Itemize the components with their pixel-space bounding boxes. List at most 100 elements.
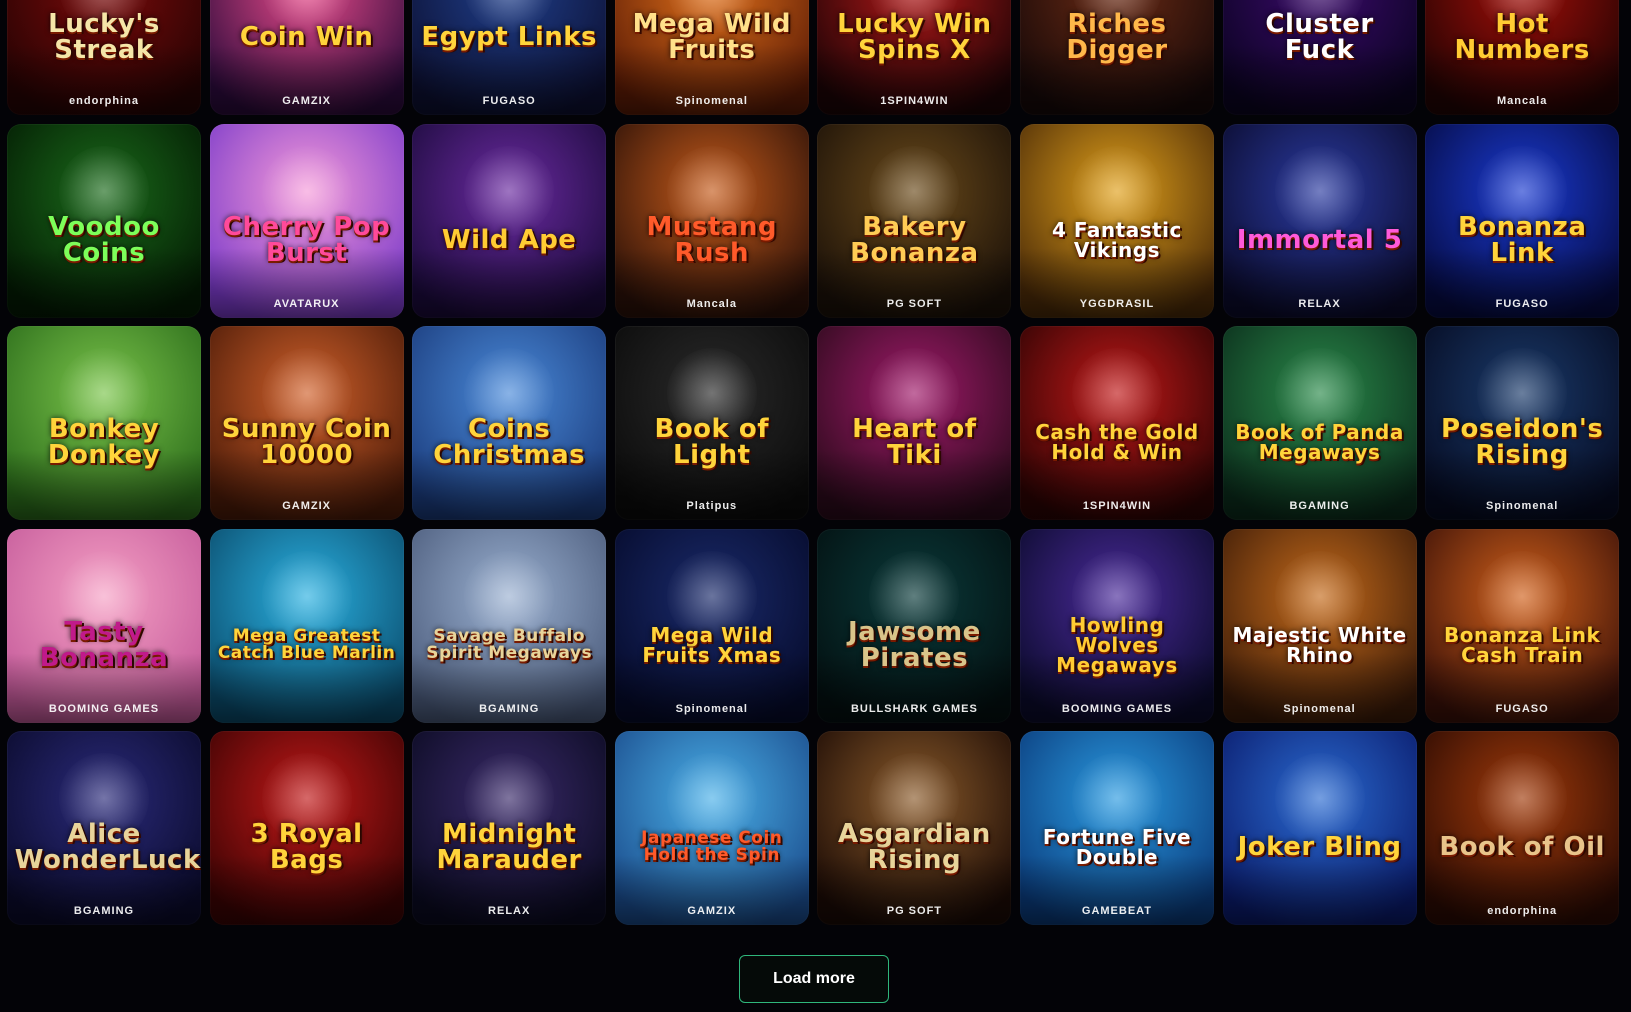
game-provider: Spinomenal: [1485, 500, 1559, 513]
game-title: Joker Bling: [1237, 832, 1402, 863]
game-title: Book of Oil: [1439, 832, 1605, 863]
game-provider: YGGDRASIL: [1079, 297, 1155, 310]
game-tile[interactable]: Poseidon's Rising Spinomenal: [1425, 326, 1620, 521]
game-title: Howling Wolves Megaways: [1056, 612, 1178, 677]
game-title: Poseidon's Rising: [1440, 414, 1604, 471]
game-tile[interactable]: Sunny Coin 10000 GAMZIX: [209, 326, 404, 521]
game-tile[interactable]: Book of Light Platipus: [614, 326, 809, 521]
game-title: Savage Buffalo Spirit Megaways: [426, 625, 593, 663]
game-title: Bonanza Link Cash Train: [1444, 622, 1601, 667]
game-provider: GAMZIX: [282, 500, 331, 513]
game-provider: Mancala: [1496, 95, 1548, 107]
game-provider: endorphina: [1487, 905, 1558, 918]
game-provider: BGAMING: [479, 702, 540, 715]
game-artwork: [1222, 731, 1417, 926]
game-tile[interactable]: Mega Wild Fruits Spinomenal: [614, 0, 809, 115]
game-tile[interactable]: Hot Numbers Mancala: [1425, 0, 1620, 115]
game-tile[interactable]: Majestic White Rhino Spinomenal: [1222, 528, 1417, 723]
game-title: Bonkey Donkey: [47, 414, 161, 471]
game-tile[interactable]: Bakery Bonanza PG SOFT: [817, 123, 1012, 318]
game-tile[interactable]: Cash the Gold Hold & Win 1SPIN4WIN: [1019, 326, 1214, 521]
game-title: Tasty Bonanza: [39, 616, 169, 673]
game-tile[interactable]: Immortal 5 RELAX: [1222, 123, 1417, 318]
game-provider: 1SPIN4WIN: [880, 95, 949, 107]
game-tile[interactable]: Riches Digger: [1019, 0, 1214, 115]
game-tile[interactable]: Cherry Pop Burst AVATARUX: [209, 123, 404, 318]
game-tile[interactable]: Tasty Bonanza BOOMING GAMES: [7, 528, 201, 723]
game-tile[interactable]: Howling Wolves Megaways BOOMING GAMES: [1019, 528, 1214, 723]
game-title: 3 Royal Bags: [250, 819, 363, 876]
game-provider: Spinomenal: [1283, 702, 1356, 715]
game-title: Book of Panda Megaways: [1235, 420, 1404, 465]
game-tile[interactable]: Bonkey Donkey: [7, 326, 201, 521]
artwork-shape: [464, 145, 555, 236]
game-tile[interactable]: 4 Fantastic Vikings YGGDRASIL: [1019, 123, 1214, 318]
game-title: Heart of Tiki: [852, 414, 977, 471]
game-tile[interactable]: 3 Royal Bags: [209, 731, 404, 926]
game-tile[interactable]: Heart of Tiki: [817, 326, 1012, 521]
game-tile[interactable]: Alice WonderLuck BGAMING: [7, 731, 201, 926]
game-provider: GAMZIX: [282, 95, 331, 107]
game-title: Midnight Marauder: [436, 819, 582, 876]
game-provider: BGAMING: [73, 905, 135, 918]
game-provider: Spinomenal: [675, 702, 748, 715]
game-title: Alice WonderLuck: [14, 819, 201, 876]
game-tile[interactable]: Bonanza Link Cash Train FUGASO: [1425, 528, 1620, 723]
game-title: Cherry Pop Burst: [222, 211, 391, 268]
game-artwork: [1425, 731, 1620, 926]
artwork-glow: [209, 652, 404, 723]
game-provider: GAMZIX: [687, 905, 737, 918]
artwork-glow: [412, 247, 607, 318]
game-provider: FUGASO: [482, 95, 536, 107]
game-provider: PG SOFT: [886, 297, 943, 310]
game-tile[interactable]: Jawsome Pirates BULLSHARK GAMES: [817, 528, 1012, 723]
game-title: Lucky's Streak: [48, 9, 160, 65]
game-provider: BGAMING: [1289, 500, 1350, 513]
game-tile[interactable]: Joker Bling: [1222, 731, 1417, 926]
game-provider: BOOMING GAMES: [1061, 702, 1173, 715]
game-title: Bakery Bonanza: [850, 211, 979, 268]
game-tile[interactable]: Book of Panda Megaways BGAMING: [1222, 326, 1417, 521]
game-title: Egypt Links: [421, 22, 598, 52]
game-title: Mega Wild Fruits: [632, 9, 791, 65]
game-tile[interactable]: Coins Christmas: [412, 326, 607, 521]
game-tile[interactable]: Lucky Win Spins X 1SPIN4WIN: [817, 0, 1012, 115]
game-tile[interactable]: Coin Win GAMZIX: [209, 0, 404, 115]
game-title: Asgardian Rising: [838, 819, 991, 876]
game-provider: BOOMING GAMES: [48, 702, 160, 715]
game-title: Voodoo Coins: [48, 211, 160, 268]
game-tile[interactable]: Lucky's Streak endorphina: [7, 0, 201, 115]
game-provider: GAMEBEAT: [1081, 905, 1153, 918]
game-provider: Mancala: [686, 297, 737, 310]
game-tile[interactable]: Asgardian Rising PG SOFT: [817, 731, 1012, 926]
game-title: Cash the Gold Hold & Win: [1035, 420, 1199, 465]
game-tile[interactable]: Wild Ape: [412, 123, 607, 318]
game-title: Immortal 5: [1236, 224, 1403, 255]
game-tile[interactable]: Fortune Five Double GAMEBEAT: [1019, 731, 1214, 926]
game-tile[interactable]: Voodoo Coins: [7, 123, 201, 318]
game-provider: RELAX: [488, 905, 531, 918]
game-tile[interactable]: Midnight Marauder RELAX: [412, 731, 607, 926]
game-tile[interactable]: Mustang Rush Mancala: [614, 123, 809, 318]
game-provider: PG SOFT: [886, 905, 943, 918]
game-title: Mustang Rush: [646, 211, 777, 268]
game-tile[interactable]: Mega Wild Fruits Xmas Spinomenal: [614, 528, 809, 723]
game-tile[interactable]: Cluster Fuck: [1222, 0, 1417, 115]
game-provider: RELAX: [1298, 297, 1341, 310]
game-title: Coin Win: [239, 22, 374, 52]
game-tile[interactable]: Japanese Coin Hold the Spin GAMZIX: [614, 731, 809, 926]
game-title: 4 Fantastic Vikings: [1052, 217, 1182, 262]
load-more-button[interactable]: Load more: [739, 955, 889, 1003]
game-title: Jawsome Pirates: [847, 616, 981, 673]
game-tile[interactable]: Egypt Links FUGASO: [412, 0, 607, 115]
game-artwork: [412, 124, 607, 318]
game-title: Book of Light: [654, 414, 770, 471]
game-tile[interactable]: Mega Greatest Catch Blue Marlin: [209, 528, 404, 723]
game-provider: endorphina: [69, 95, 139, 107]
game-provider: BULLSHARK GAMES: [850, 702, 978, 715]
game-title: Japanese Coin Hold the Spin: [641, 828, 783, 866]
game-tile[interactable]: Savage Buffalo Spirit Megaways BGAMING: [412, 528, 607, 723]
game-tile[interactable]: Book of Oil endorphina: [1425, 731, 1620, 926]
game-tile[interactable]: Bonanza Link FUGASO: [1425, 123, 1620, 318]
game-title: Sunny Coin 10000: [221, 414, 392, 471]
